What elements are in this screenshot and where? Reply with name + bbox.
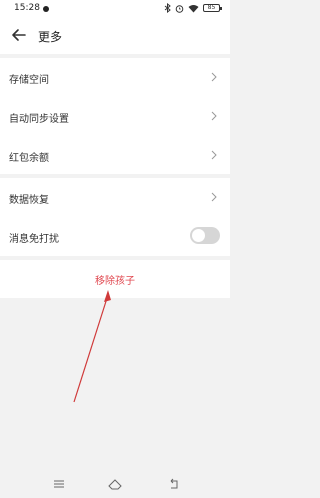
app-header: 更多	[0, 18, 230, 54]
settings-group-data: 数据恢复 消息免打扰	[0, 178, 230, 256]
setting-label: 自动同步设置	[9, 114, 69, 125]
setting-row-do-not-disturb: 消息免打扰	[0, 217, 230, 256]
setting-label: 数据恢复	[9, 195, 49, 206]
alarm-icon	[175, 4, 184, 13]
remove-child-button[interactable]: 移除孩子	[0, 272, 230, 287]
status-bar: 15:28 85	[0, 0, 230, 18]
notification-dot-icon	[43, 6, 49, 12]
setting-row-sync[interactable]: 自动同步设置	[0, 97, 230, 136]
chevron-right-icon	[211, 72, 217, 82]
nav-menu-icon[interactable]	[52, 477, 66, 491]
page-title: 更多	[38, 30, 63, 44]
chevron-right-icon	[211, 192, 217, 202]
nav-back-icon[interactable]	[167, 477, 181, 491]
battery-level: 85	[207, 4, 216, 11]
setting-label: 红包余额	[9, 153, 49, 164]
toggle-knob	[192, 229, 205, 242]
setting-label: 存储空间	[9, 75, 49, 86]
setting-row-red-packet[interactable]: 红包余额	[0, 136, 230, 175]
bluetooth-icon	[164, 3, 171, 13]
status-time: 15:28	[14, 3, 40, 13]
remove-child-section: 移除孩子	[0, 260, 230, 298]
status-icons: 85	[164, 3, 222, 13]
setting-row-storage[interactable]: 存储空间	[0, 58, 230, 97]
chevron-right-icon	[211, 111, 217, 121]
do-not-disturb-toggle[interactable]	[190, 227, 220, 244]
system-nav-bar	[0, 470, 230, 498]
chevron-right-icon	[211, 150, 217, 160]
nav-home-icon[interactable]	[107, 476, 123, 492]
setting-label: 消息免打扰	[9, 234, 59, 245]
back-arrow-icon[interactable]	[10, 26, 28, 44]
wifi-icon	[188, 4, 199, 12]
settings-group-storage: 存储空间 自动同步设置 红包余额	[0, 58, 230, 174]
setting-row-data-recovery[interactable]: 数据恢复	[0, 178, 230, 217]
battery-icon: 85	[203, 4, 222, 12]
